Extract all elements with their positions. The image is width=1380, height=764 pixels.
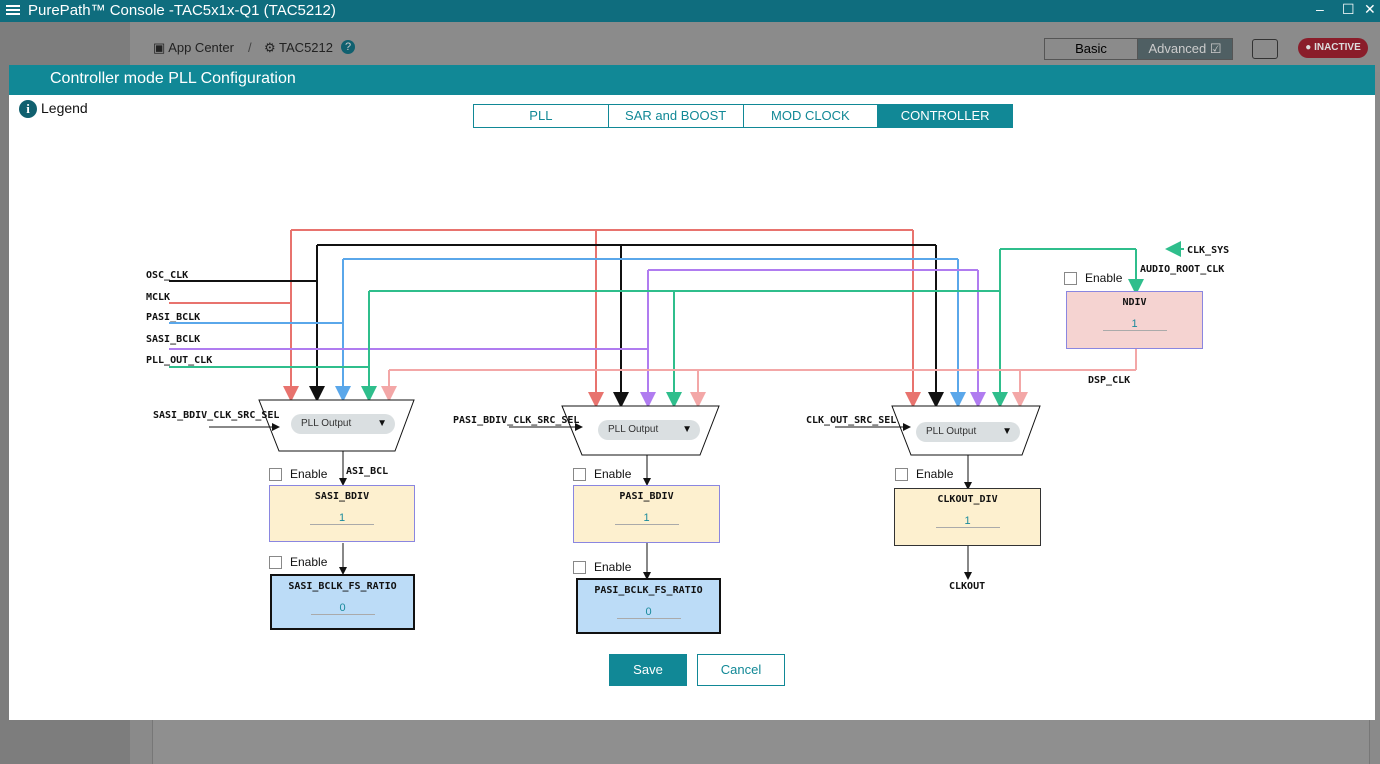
pasi-bclk-label: PASI_BCLK [146,312,200,323]
pll-out-clk-wire [169,241,1184,408]
device-breadcrumb[interactable]: ⚙ TAC5212 [264,40,333,56]
clkout-div-block: CLKOUT_DIV 1 [894,488,1041,546]
sasi-ratio-block: SASI_BCLK_FS_RATIO 0 [270,574,415,630]
window-title: PurePath™ Console -TAC5x1x-Q1 (TAC5212) [28,2,336,19]
pasi-ratio-block: PASI_BCLK_FS_RATIO 0 [576,578,721,634]
checkbox-icon [573,468,586,482]
pll-config-dialog: Controller mode PLL Configuration i Legen… [9,65,1375,720]
checkbox-icon [895,468,908,482]
ndiv-value-input[interactable]: 1 [1102,318,1167,331]
audio-root-clk-label: AUDIO_ROOT_CLK [1140,264,1224,275]
pasi-bdiv-value-input[interactable]: 1 [614,512,679,525]
mode-basic-button[interactable]: Basic [1044,38,1138,60]
pll-out-clk-label: PLL_OUT_CLK [146,355,212,366]
pasi-src-dropdown[interactable]: PLL Output ▼ [598,420,700,440]
pasi-sel-label: PASI_BDIV_CLK_SRC_SEL [453,415,579,426]
clkout-label: CLKOUT [949,581,985,592]
clkout-div-title: CLKOUT_DIV [937,494,998,505]
minimize-icon[interactable]: – [1316,1,1324,17]
status-badge: ● INACTIVE [1298,38,1368,58]
mclk-label: MCLK [146,292,170,303]
chip-icon: ⚙ [264,40,280,55]
osc-clk-label: OSC_CLK [146,270,188,281]
mclk-wire [169,229,921,408]
sasi-src-dropdown[interactable]: PLL Output ▼ [291,414,395,434]
sasi-sel-label: SASI_BDIV_CLK_SRC_SEL [153,410,279,421]
caret-down-icon: ▼ [682,424,692,435]
save-button[interactable]: Save [609,654,687,686]
checkbox-icon [573,561,586,575]
monitor-icon: ▣ [153,40,169,55]
clk-sys-label: CLK_SYS [1187,245,1229,256]
clkout-src-dropdown[interactable]: PLL Output ▼ [916,422,1020,442]
sasi-ratio-value-input[interactable]: 0 [310,602,375,615]
clkout-div-value-input[interactable]: 1 [935,515,1000,528]
cancel-button[interactable]: Cancel [697,654,785,686]
sasi-ratio-title: SASI_BCLK_FS_RATIO [288,581,397,592]
breadcrumb-separator: / [248,40,252,55]
ndiv-enable-checkbox[interactable]: Enable [1064,271,1122,286]
clkout-sel-label: CLK_OUT_SRC_SEL [806,415,896,426]
dsp-clk-wire [381,349,1137,408]
sasi-bdiv-value-input[interactable]: 1 [310,512,374,525]
asi-bcl-label: ASI_BCL [346,466,388,477]
pasi-bdiv-title: PASI_BDIV [619,491,674,502]
window-titlebar: PurePath™ Console -TAC5x1x-Q1 (TAC5212) … [0,0,1380,22]
caret-down-icon: ▼ [1002,426,1012,437]
close-icon[interactable]: ✕ [1364,1,1376,18]
pasi-ratio-value-input[interactable]: 0 [616,606,681,619]
camera-icon[interactable] [1252,39,1278,59]
pasi-ratio-title: PASI_BCLK_FS_RATIO [594,585,703,596]
app-center-link[interactable]: ▣ App Center [153,40,234,56]
ndiv-block: NDIV 1 [1066,291,1203,349]
caret-down-icon: ▼ [377,418,387,429]
checkbox-icon [1064,272,1077,286]
checkbox-icon [269,468,282,482]
checkbox-icon: ☑ [1209,41,1222,56]
help-icon[interactable]: ? [341,40,355,54]
sasi-bclk-label: SASI_BCLK [146,334,200,345]
maximize-icon[interactable]: ☐ [1342,1,1355,18]
osc-clk-wire [169,244,944,408]
app-content-area [152,720,1370,764]
dsp-clk-label: DSP_CLK [1088,375,1130,386]
hamburger-menu-icon[interactable] [6,3,20,17]
checkbox-icon [269,556,282,570]
pasi-bdiv-enable-checkbox[interactable]: Enable [573,467,631,482]
clkout-div-enable-checkbox[interactable]: Enable [895,467,953,482]
sasi-bdiv-enable-checkbox[interactable]: Enable [269,467,327,482]
sasi-ratio-enable-checkbox[interactable]: Enable [269,555,327,570]
mode-advanced-button[interactable]: Advanced ☑ [1137,38,1233,60]
pasi-bdiv-block: PASI_BDIV 1 [573,485,720,543]
sasi-bdiv-title: SASI_BDIV [314,491,370,502]
sasi-bdiv-block: SASI_BDIV 1 [269,485,415,542]
ndiv-title: NDIV [1122,297,1147,308]
pasi-ratio-enable-checkbox[interactable]: Enable [573,560,631,575]
